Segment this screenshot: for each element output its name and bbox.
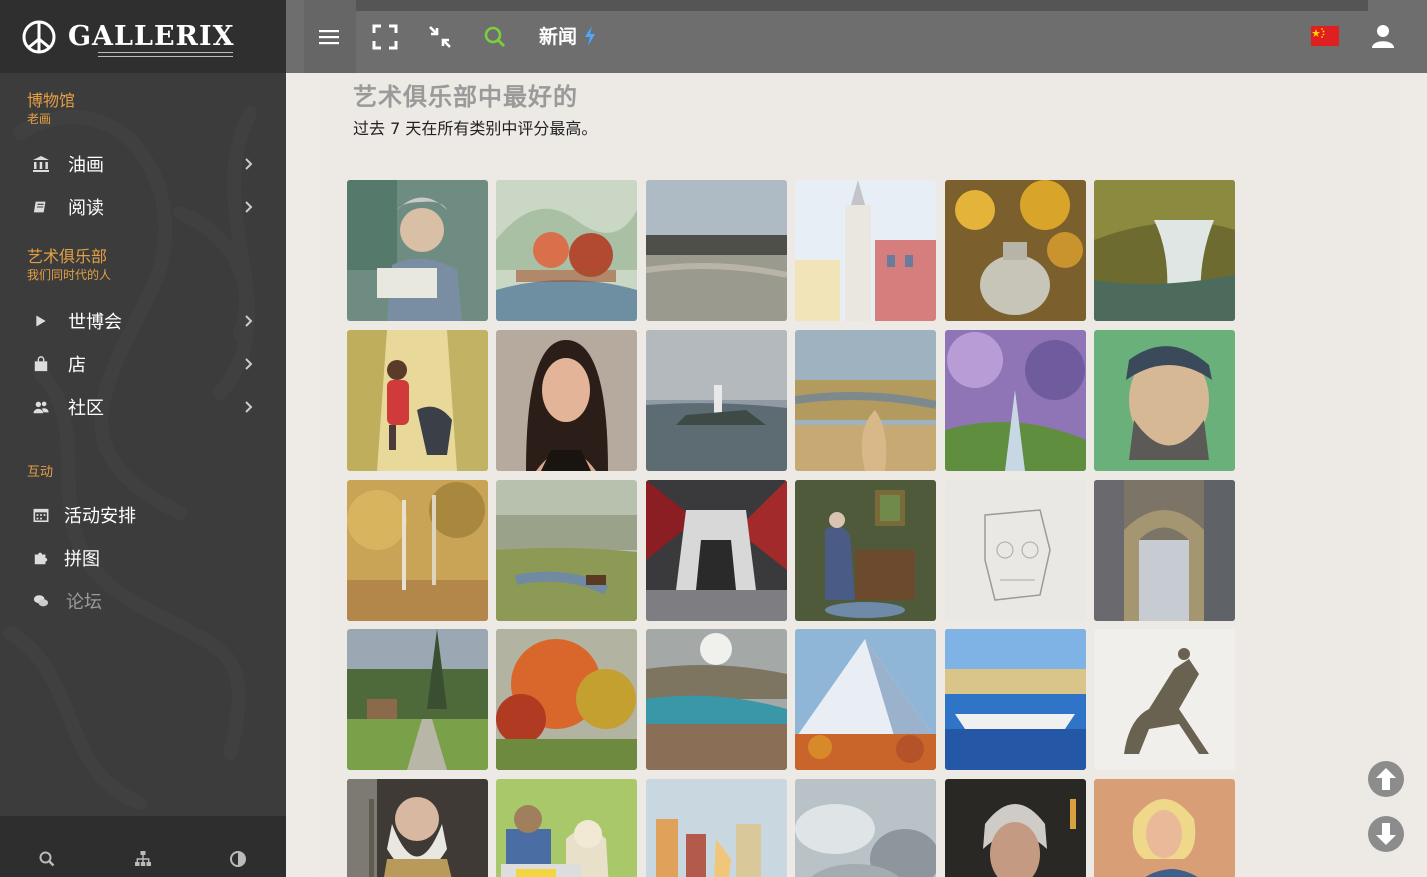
artwork-thumbnail[interactable] <box>496 480 637 621</box>
artwork-thumbnail[interactable] <box>646 330 787 471</box>
peace-logo-icon <box>22 20 56 53</box>
news-label: 新闻 <box>539 26 578 48</box>
artwork-thumbnail[interactable] <box>1094 180 1235 321</box>
artwork-thumbnail[interactable] <box>795 480 936 621</box>
artwork-thumbnail[interactable] <box>945 629 1086 770</box>
top-bar: 新闻 <box>286 0 1427 73</box>
artwork-thumbnail[interactable] <box>496 180 637 321</box>
china-flag-icon[interactable] <box>1311 26 1339 46</box>
sidebar-footer <box>0 816 286 877</box>
sidebar-item-forum[interactable]: 论坛 <box>0 581 286 621</box>
chevron-right-icon <box>245 358 253 370</box>
sidebar-item-label: 阅读 <box>68 198 104 219</box>
artwork-thumbnail[interactable] <box>347 330 488 471</box>
sidebar: GALLERIX 博物馆 老画 油画 阅读 艺术俱乐部 我们同时代的人 世博会 … <box>0 0 286 877</box>
contrast-icon[interactable] <box>229 850 247 868</box>
arrow-down-circle-icon[interactable] <box>1367 815 1405 853</box>
news-link[interactable]: 新闻 <box>539 22 596 49</box>
sidebar-item-label: 世博会 <box>68 312 122 333</box>
artwork-thumbnail[interactable] <box>945 779 1086 877</box>
chevron-right-icon <box>245 158 253 170</box>
sidebar-item-shop[interactable]: 店 <box>0 344 286 384</box>
sidebar-item-label: 活动安排 <box>64 506 136 527</box>
sidebar-item-label: 拼图 <box>64 549 100 570</box>
artwork-thumbnail[interactable] <box>795 330 936 471</box>
search-icon[interactable] <box>482 24 508 50</box>
page-title: 艺术俱乐部中最好的 <box>353 83 578 111</box>
comments-icon <box>32 592 50 610</box>
artwork-thumbnail[interactable] <box>1094 779 1235 877</box>
artwork-thumbnail[interactable] <box>496 779 637 877</box>
artwork-thumbnail[interactable] <box>347 180 488 321</box>
fullscreen-icon[interactable] <box>372 24 398 50</box>
sidebar-item-expo[interactable]: 世博会 <box>0 301 286 341</box>
play-icon <box>32 312 50 330</box>
search-icon[interactable] <box>38 850 56 868</box>
sidebar-item-label: 社区 <box>68 398 104 419</box>
artwork-thumbnail[interactable] <box>1094 480 1235 621</box>
calendar-icon <box>32 506 50 524</box>
museum-section-header: 博物馆 老画 <box>27 91 76 127</box>
artwork-thumbnail[interactable] <box>347 480 488 621</box>
artwork-thumbnail[interactable] <box>496 330 637 471</box>
compress-icon[interactable] <box>427 24 453 50</box>
ornament-background <box>3 106 257 810</box>
sidebar-item-community[interactable]: 社区 <box>0 387 286 427</box>
artwork-thumbnail[interactable] <box>347 629 488 770</box>
user-icon[interactable] <box>1372 24 1394 48</box>
club-section-header: 艺术俱乐部 我们同时代的人 <box>27 247 112 283</box>
club-section-title: 艺术俱乐部 <box>27 247 108 266</box>
museum-section-title: 博物馆 <box>27 91 76 110</box>
museum-section-subtitle: 老画 <box>27 112 52 126</box>
sidebar-item-label: 店 <box>68 355 86 376</box>
artwork-thumbnail[interactable] <box>646 180 787 321</box>
artwork-thumbnail[interactable] <box>347 779 488 877</box>
sidebar-item-puzzle[interactable]: 拼图 <box>0 538 286 578</box>
shopping-bag-icon <box>32 355 50 373</box>
sidebar-item-oil-painting[interactable]: 油画 <box>0 144 286 184</box>
lightning-icon <box>584 26 595 46</box>
artwork-thumbnail[interactable] <box>795 180 936 321</box>
artwork-thumbnail[interactable] <box>945 330 1086 471</box>
artwork-thumbnail[interactable] <box>646 629 787 770</box>
artwork-thumbnail[interactable] <box>646 779 787 877</box>
artwork-thumbnail[interactable] <box>945 180 1086 321</box>
arrow-up-circle-icon[interactable] <box>1367 760 1405 798</box>
artwork-thumbnail[interactable] <box>1094 330 1235 471</box>
users-icon <box>32 398 50 416</box>
artwork-thumbnail[interactable] <box>496 629 637 770</box>
sidebar-item-reading[interactable]: 阅读 <box>0 187 286 227</box>
sidebar-item-label: 论坛 <box>66 592 102 613</box>
artwork-thumbnail[interactable] <box>945 480 1086 621</box>
club-section-subtitle: 我们同时代的人 <box>27 268 112 282</box>
top-strip <box>318 0 1368 11</box>
museum-icon <box>32 155 50 173</box>
chevron-right-icon <box>245 401 253 413</box>
book-icon <box>32 198 50 216</box>
logo-text: GALLERIX <box>68 21 235 57</box>
interactive-section-header: 互动 <box>27 464 53 480</box>
interactive-section-title: 互动 <box>27 465 54 480</box>
chevron-right-icon <box>245 315 253 327</box>
puzzle-icon <box>32 549 50 567</box>
artwork-thumbnail[interactable] <box>646 480 787 621</box>
artwork-thumbnail[interactable] <box>1094 629 1235 770</box>
chevron-right-icon <box>245 201 253 213</box>
sidebar-item-events[interactable]: 活动安排 <box>0 495 286 535</box>
sitemap-icon[interactable] <box>134 850 152 868</box>
artwork-thumbnail[interactable] <box>795 779 936 877</box>
sidebar-item-label: 油画 <box>68 155 104 176</box>
page-subtitle: 过去 7 天在所有类别中评分最高。 <box>353 119 598 138</box>
menu-button[interactable] <box>304 0 356 73</box>
logo-bar[interactable]: GALLERIX <box>0 0 286 73</box>
menu-icon <box>319 30 339 45</box>
artwork-thumbnail[interactable] <box>795 629 936 770</box>
